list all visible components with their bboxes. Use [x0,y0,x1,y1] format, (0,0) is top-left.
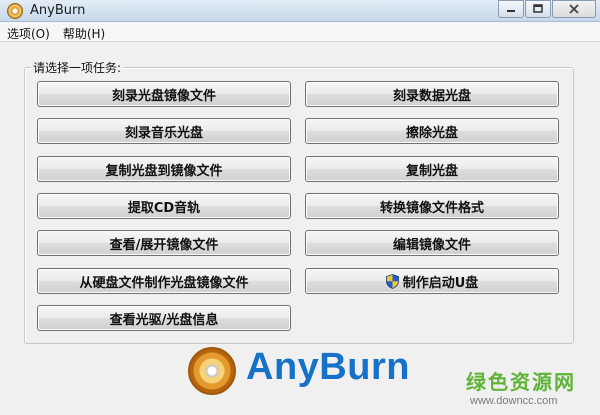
burn-data-disc-button[interactable]: 刻录数据光盘 [305,81,559,107]
copy-disc-to-image-button[interactable]: 复制光盘到镜像文件 [37,156,291,182]
title-bar: AnyBurn [0,0,600,22]
erase-disc-button[interactable]: 擦除光盘 [305,118,559,144]
window-controls [497,0,596,20]
menu-bar: 选项(O) 帮助(H) [0,22,600,42]
disc-icon[interactable] [7,3,23,19]
edit-image-button[interactable]: 编辑镜像文件 [305,230,559,256]
browse-extract-image-button[interactable]: 查看/展开镜像文件 [37,230,291,256]
watermark-url: www.downcc.com [470,395,558,407]
minimize-button[interactable] [498,0,524,18]
task-group-label: 请选择一项任务: [31,59,124,76]
brand-logo-text: AnyBurn [246,346,410,388]
menu-help[interactable]: 帮助(H) [56,22,111,41]
create-bootable-usb-label: 制作启动U盘 [402,275,479,291]
create-image-from-files-button[interactable]: 从硬盘文件制作光盘镜像文件 [37,268,291,294]
rip-audio-cd-button[interactable]: 提取CD音轨 [37,193,291,219]
drive-disc-info-button[interactable]: 查看光驱/光盘信息 [37,305,291,331]
create-bootable-usb-button[interactable]: 制作启动U盘 [305,268,559,294]
disc-logo-icon [188,347,236,395]
maximize-icon [533,4,543,13]
copy-disc-button[interactable]: 复制光盘 [305,156,559,182]
burn-image-button[interactable]: 刻录光盘镜像文件 [37,81,291,107]
window-title: AnyBurn [30,3,86,18]
maximize-button[interactable] [525,0,551,18]
burn-audio-cd-button[interactable]: 刻录音乐光盘 [37,118,291,144]
watermark-site-name: 绿色资源网 [466,370,576,394]
uac-shield-icon [385,273,399,289]
minimize-icon [507,10,515,12]
convert-image-button[interactable]: 转换镜像文件格式 [305,193,559,219]
close-button[interactable] [552,0,596,18]
close-icon [569,4,579,14]
menu-options[interactable]: 选项(O) [0,22,56,41]
